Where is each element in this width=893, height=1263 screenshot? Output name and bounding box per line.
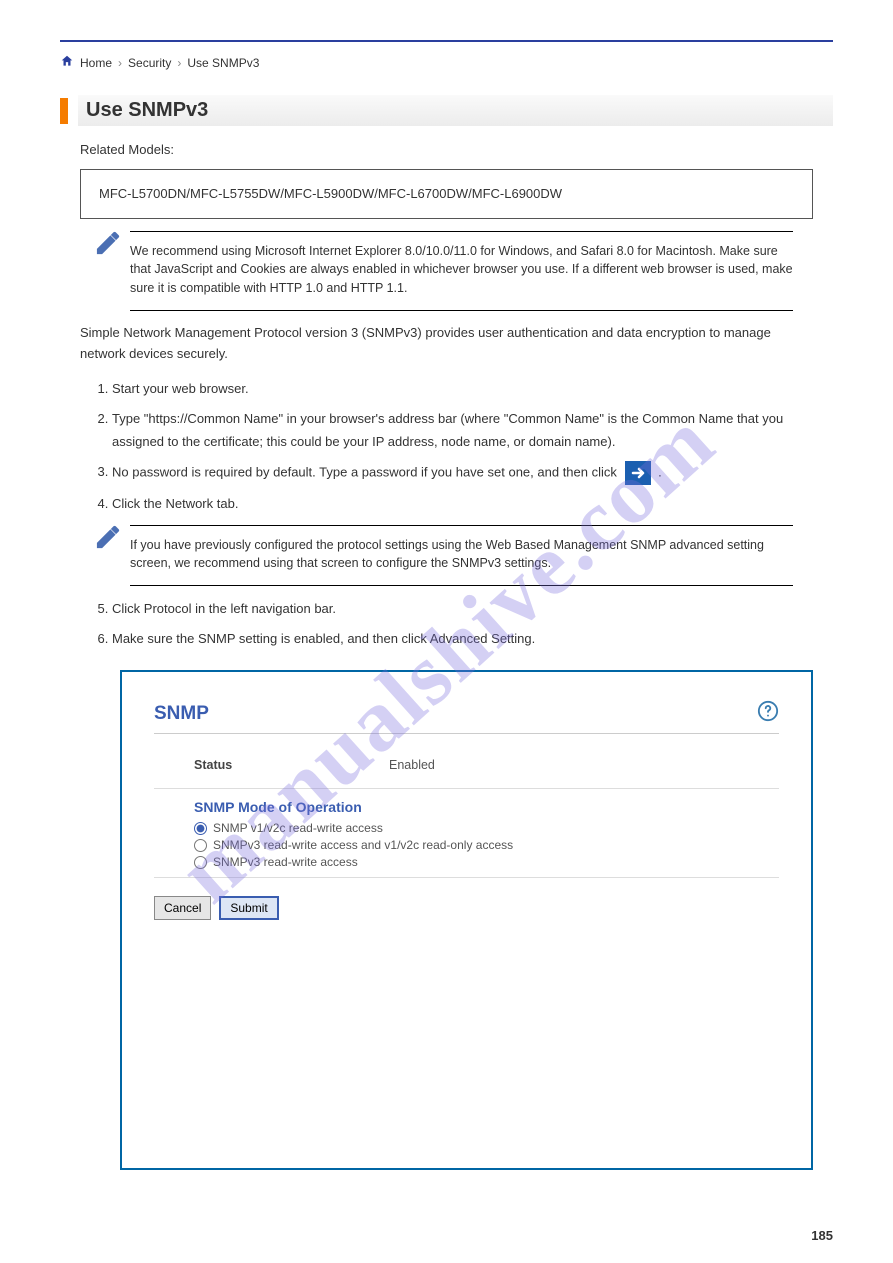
breadcrumb: Home › Security › Use SNMPv3 <box>60 54 833 71</box>
note-snmp-text: If you have previously configured the pr… <box>130 538 764 571</box>
submit-button[interactable]: Submit <box>219 896 278 920</box>
breadcrumb-home[interactable]: Home <box>80 56 112 70</box>
help-icon[interactable] <box>757 700 779 727</box>
note-snmp: If you have previously configured the pr… <box>130 525 793 587</box>
radio-option-2-label: SNMPv3 read-write access and v1/v2c read… <box>213 838 513 852</box>
step-1: Start your web browser. <box>112 378 813 400</box>
steps-list-2: Click Protocol in the left navigation ba… <box>112 598 813 650</box>
section-title: Use SNMPv3 <box>60 95 833 126</box>
breadcrumb-security[interactable]: Security <box>128 56 171 70</box>
chevron-right-icon: › <box>118 56 122 70</box>
home-icon <box>60 54 74 71</box>
mode-heading: SNMP Mode of Operation <box>194 799 779 815</box>
step-3: No password is required by default. Type… <box>112 461 813 485</box>
note-browser-text: We recommend using Microsoft Internet Ex… <box>130 244 793 296</box>
note-browser: We recommend using Microsoft Internet Ex… <box>130 231 793 311</box>
page-number: 185 <box>811 1228 833 1243</box>
pencil-icon <box>94 229 122 263</box>
related-models-label: Related Models: <box>60 142 833 157</box>
step-6: Make sure the SNMP setting is enabled, a… <box>112 628 813 650</box>
cancel-button[interactable]: Cancel <box>154 896 211 920</box>
radio-option-2[interactable]: SNMPv3 read-write access and v1/v2c read… <box>194 838 779 852</box>
radio-v1v2c-rw[interactable] <box>194 822 207 835</box>
pencil-icon <box>94 523 122 557</box>
radio-option-3-label: SNMPv3 read-write access <box>213 855 358 869</box>
screenshot-panel: SNMP Status Enabled SNMP Mode of Operati… <box>120 670 813 1170</box>
step-2: Type "https://Common Name" in your brows… <box>112 408 813 452</box>
body-text: Simple Network Management Protocol versi… <box>80 323 813 365</box>
arrow-right-icon[interactable] <box>625 461 651 485</box>
page-title: Use SNMPv3 <box>78 95 833 126</box>
radio-option-3[interactable]: SNMPv3 read-write access <box>194 855 779 869</box>
status-value: Enabled <box>389 758 435 772</box>
status-row: Status Enabled <box>154 750 779 780</box>
radio-v3-rw[interactable] <box>194 856 207 869</box>
step-4: Click the Network tab. <box>112 493 813 515</box>
breadcrumb-current: Use SNMPv3 <box>187 56 259 70</box>
radio-option-1[interactable]: SNMP v1/v2c read-write access <box>194 821 779 835</box>
panel-title: SNMP <box>154 703 209 725</box>
chevron-right-icon: › <box>177 56 181 70</box>
radio-option-1-label: SNMP v1/v2c read-write access <box>213 821 383 835</box>
steps-list: Start your web browser. Type "https://Co… <box>112 378 813 514</box>
accent-bar <box>60 98 68 124</box>
related-models-box: MFC-L5700DN/MFC-L5755DW/MFC-L5900DW/MFC-… <box>80 169 813 219</box>
step-3-text-b: . <box>658 464 662 479</box>
step-3-text-a: No password is required by default. Type… <box>112 464 621 479</box>
radio-v3-rw-v1v2c-ro[interactable] <box>194 839 207 852</box>
status-label: Status <box>194 758 389 772</box>
step-5: Click Protocol in the left navigation ba… <box>112 598 813 620</box>
